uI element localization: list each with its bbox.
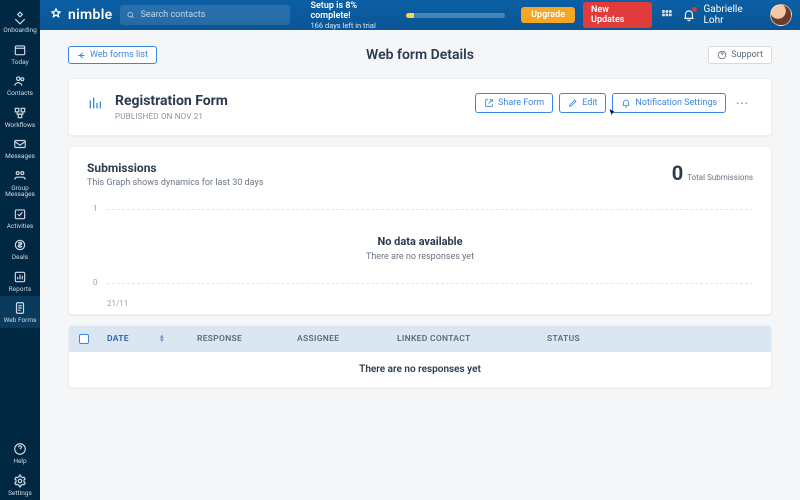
search-icon [126,10,135,20]
notification-dot [692,7,697,12]
user-name: Gabrielle Lohr [704,4,765,26]
sidebar-item-group-messages[interactable]: Group Messages [0,164,40,202]
notification-settings-button[interactable]: Notification Settings [612,93,726,113]
new-updates-button[interactable]: New Updates [583,2,652,28]
trial-days-text: 166 days left in trial [310,21,398,30]
brand-name: nimble [68,7,112,23]
sidebar-label: Help [13,458,26,465]
share-icon [484,98,494,108]
more-menu[interactable]: ··· [732,97,753,110]
sidebar-label: Workflows [5,122,36,129]
sidebar-label: Onboarding [3,27,37,34]
notify-label: Notification Settings [635,98,717,108]
share-label: Share Form [498,98,544,108]
x-tick: 21/11 [107,299,128,308]
sidebar-label: Group Messages [0,185,40,198]
form-published: PUBLISHED ON NOV 21 [115,112,228,121]
left-sidebar: Onboarding Today Contacts Workflows Mess… [0,0,40,500]
avatar [770,4,792,26]
chart-title: Submissions [87,161,263,175]
sidebar-item-messages[interactable]: Messages [0,132,40,164]
sidebar-label: Reports [9,286,32,293]
back-button[interactable]: Web forms list [68,46,157,64]
form-header-card: Registration Form PUBLISHED ON NOV 21 Sh… [68,78,772,136]
bell-icon [621,98,631,108]
sidebar-item-settings[interactable]: Settings [0,469,40,500]
sidebar-label: Deals [12,254,28,261]
logo-icon [48,7,64,23]
search-input[interactable] [141,10,285,20]
sort-icon: ▲▼ [159,335,165,343]
form-icon [87,95,103,114]
total-label: Total Submissions [687,173,753,182]
edit-button[interactable]: Edit [559,93,606,113]
sidebar-item-today[interactable]: Today [0,38,40,70]
question-icon [717,50,727,60]
bell-icon[interactable] [682,8,696,22]
sidebar-label: Web Forms [4,317,37,324]
form-title: Registration Form [115,93,228,109]
upgrade-button[interactable]: Upgrade [521,7,575,23]
select-all-checkbox[interactable] [79,334,89,344]
sidebar-label: Messages [5,153,35,160]
search-input-wrap[interactable] [120,5,290,25]
y-tick: 0 [93,278,98,287]
sidebar-label: Settings [8,490,32,497]
sidebar-item-web-forms[interactable]: Web Forms [0,296,40,328]
arrow-left-icon [77,51,86,60]
chart-subtitle: This Graph shows dynamics for last 30 da… [87,178,263,188]
edit-label: Edit [582,98,597,108]
sidebar-item-workflows[interactable]: Workflows [0,101,40,133]
table-header: DATE ▲▼ RESPONSE ASSIGNEE LINKED CONTACT… [69,326,771,352]
sidebar-label: Today [11,59,29,66]
sidebar-item-deals[interactable]: Deals [0,233,40,265]
pencil-icon [568,98,578,108]
col-date-label: DATE [107,334,129,344]
setup-complete-text: Setup is 8% complete! [310,1,398,21]
page-title: Web form Details [366,47,474,63]
chart-plot: 1 0 No data available There are no respo… [87,196,753,306]
user-menu[interactable]: Gabrielle Lohr [704,4,793,26]
support-button[interactable]: Support [708,46,772,64]
submissions-chart-card: Submissions This Graph shows dynamics fo… [68,146,772,315]
sidebar-label: Activities [7,223,34,230]
sidebar-item-contacts[interactable]: Contacts [0,69,40,101]
brand-logo[interactable]: nimble [48,7,112,23]
column-response[interactable]: RESPONSE [189,334,289,344]
total-value: 0 [672,161,683,185]
sidebar-item-onboarding[interactable]: Onboarding [0,6,40,38]
setup-progress [406,13,505,18]
empty-heading: No data available [366,235,474,248]
sidebar-label: Contacts [7,90,33,97]
column-linked-contact[interactable]: LINKED CONTACT [389,334,539,344]
y-tick: 1 [93,204,98,213]
sidebar-item-help[interactable]: Help [0,437,40,469]
share-form-button[interactable]: Share Form [475,93,553,113]
column-assignee[interactable]: ASSIGNEE [289,334,389,344]
column-status[interactable]: STATUS [539,334,771,344]
column-date[interactable]: DATE ▲▼ [99,334,189,344]
sidebar-item-activities[interactable]: Activities [0,202,40,234]
responses-table: DATE ▲▼ RESPONSE ASSIGNEE LINKED CONTACT… [68,325,772,388]
table-empty: There are no responses yet [69,352,771,387]
empty-sub: There are no responses yet [366,252,474,262]
back-label: Web forms list [90,50,148,60]
apps-icon[interactable] [660,8,674,22]
topbar: nimble Setup is 8% complete! 166 days le… [40,0,800,30]
support-label: Support [731,50,763,60]
setup-status: Setup is 8% complete! 166 days left in t… [310,1,398,30]
sidebar-item-reports[interactable]: Reports [0,265,40,297]
